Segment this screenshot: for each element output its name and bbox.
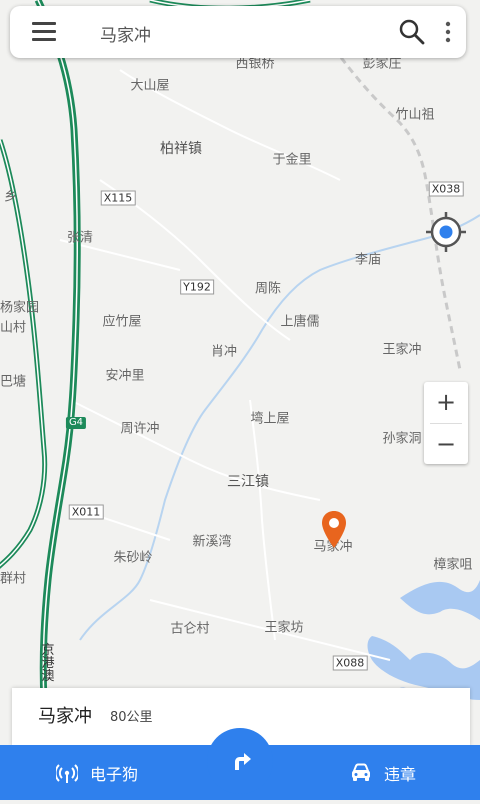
map-label: 京港澳	[38, 642, 54, 682]
map-label: 古仑村	[170, 621, 210, 637]
zoom-in-button[interactable]: +	[424, 382, 468, 422]
menu-icon[interactable]	[32, 22, 56, 42]
crosshair-icon	[426, 212, 466, 252]
map-label: 群村	[0, 571, 27, 587]
navigate-button[interactable]	[207, 728, 273, 794]
map-canvas[interactable]: 西银桥 彭家庄 大山屋 竹山祖 柏祥镇 于金里 X038 X115 张清 李庙 Y192 周陈 应竹屋上…	[0, 0, 480, 800]
radar-icon	[56, 763, 78, 783]
map-label: X038	[428, 181, 464, 197]
violation-label: 违章	[384, 764, 417, 784]
map-label: 塆上屋	[250, 411, 290, 427]
my-location-button[interactable]	[424, 210, 468, 254]
map-label: X088	[332, 655, 368, 671]
map-label: G4	[65, 417, 87, 429]
map-label: X011	[68, 504, 104, 520]
map-label: Y192	[180, 279, 214, 295]
car-icon	[352, 763, 370, 781]
map-label: 张清	[66, 230, 94, 246]
map-label: 李庙	[354, 252, 382, 268]
destination-distance: 80公里	[110, 710, 153, 725]
map-label: 新溪湾	[192, 534, 232, 550]
map-label: X115	[100, 190, 136, 206]
map-label: 王家坊	[264, 620, 304, 636]
map-label: 周许冲	[120, 421, 160, 437]
map-label: 竹山祖	[395, 107, 435, 123]
map-label: 巴塘	[0, 374, 27, 390]
search-icon[interactable]	[398, 18, 426, 46]
e-dog-label: 电子狗	[90, 764, 139, 784]
map-label: 周陈	[254, 281, 282, 297]
map-label: 樟家咀	[433, 557, 473, 573]
map-label: 乡	[4, 189, 18, 205]
map-label: 三江镇	[227, 474, 269, 490]
map-label: 安冲里	[105, 368, 145, 384]
map-label: 肖冲	[210, 344, 238, 360]
zoom-control: + −	[424, 382, 468, 464]
map-label: 山村	[0, 320, 27, 336]
search-query[interactable]: 马家冲	[100, 21, 151, 46]
map-label: 大山屋	[130, 78, 170, 94]
location-pin-icon[interactable]	[320, 510, 348, 550]
map-label: 杨家园	[0, 300, 40, 316]
e-dog-button[interactable]: 电子狗	[56, 745, 138, 800]
more-options-icon[interactable]	[438, 20, 458, 44]
destination-title: 马家冲	[38, 706, 92, 727]
zoom-out-button[interactable]: −	[424, 424, 468, 464]
map-label: 上唐儒	[280, 314, 320, 330]
turn-arrow-icon	[235, 753, 251, 770]
map-label: 朱砂岭	[113, 550, 153, 566]
search-bar[interactable]: 马家冲	[10, 6, 466, 58]
map-label: 王家冲	[382, 342, 422, 358]
map-label: 于金里	[272, 152, 312, 168]
map-label: 柏祥镇	[160, 141, 202, 157]
violation-button[interactable]: 违章	[350, 745, 416, 800]
map-label: 应竹屋	[102, 314, 142, 330]
map-label: 孙家洞	[382, 431, 422, 447]
